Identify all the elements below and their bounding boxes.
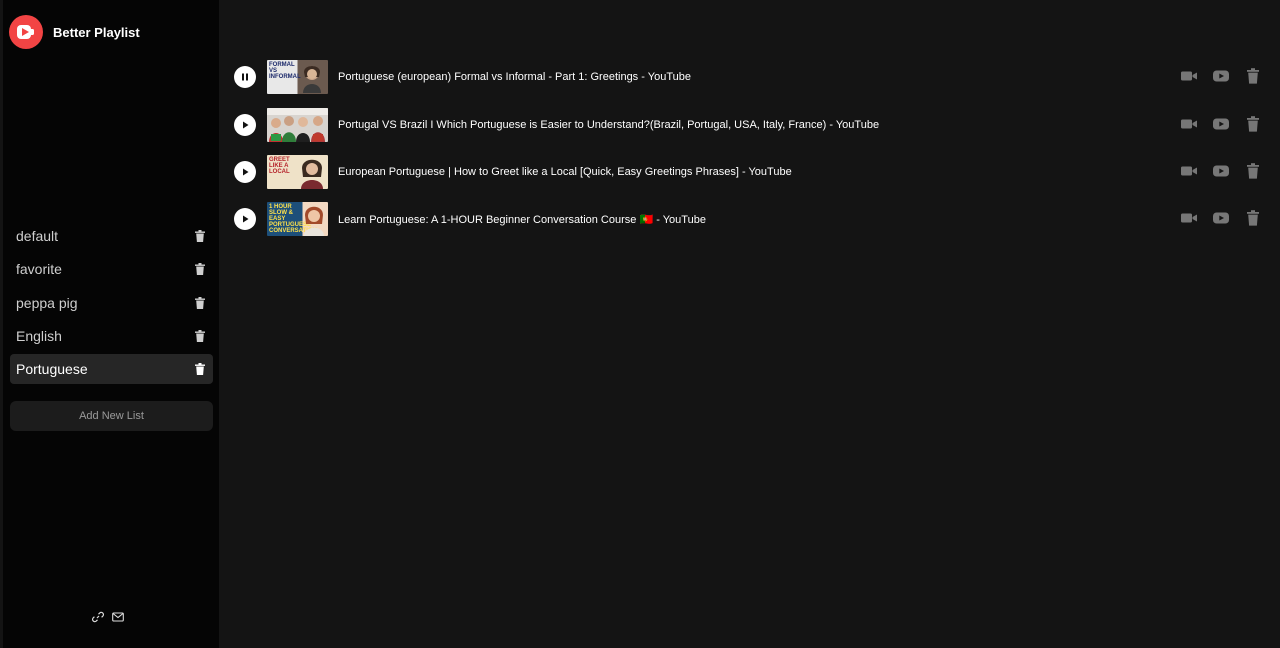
- video-camera-icon[interactable]: [1180, 115, 1198, 133]
- pause-icon: [242, 73, 248, 81]
- playlist-item-label: Portuguese: [16, 361, 88, 378]
- playlist-item-default[interactable]: default: [10, 221, 213, 251]
- playlist-item-label: peppa pig: [16, 294, 78, 311]
- play-icon: [243, 215, 249, 223]
- sidebar-footer: [92, 611, 124, 623]
- mail-icon[interactable]: [112, 611, 124, 623]
- playlist-item-label: favorite: [16, 261, 62, 278]
- thumbnail-person-image: [301, 159, 323, 189]
- play-icon: [243, 168, 249, 176]
- sidebar: Better Playlist default favorite peppa p…: [3, 0, 219, 648]
- youtube-icon[interactable]: [1212, 209, 1230, 227]
- track-title[interactable]: Portugal VS Brazil I Which Portuguese is…: [338, 119, 879, 131]
- track-row[interactable]: GREET LIKE A LOCAL European Portuguese |…: [234, 155, 1262, 189]
- youtube-icon[interactable]: [1212, 115, 1230, 133]
- thumbnail-text: GREET LIKE A LOCAL: [269, 157, 290, 175]
- trash-icon[interactable]: [195, 329, 205, 342]
- play-button[interactable]: [234, 161, 256, 183]
- track-row[interactable]: 1 HOUR SLOW & EASY PORTUGUESE CONVERSATI…: [234, 202, 1262, 236]
- video-camera-icon[interactable]: [1180, 209, 1198, 227]
- app-name: Better Playlist: [53, 24, 140, 40]
- video-camera-icon[interactable]: [1180, 162, 1198, 180]
- link-icon[interactable]: [92, 611, 104, 623]
- track-row[interactable]: FORMAL VS INFORMAL Portuguese (european)…: [234, 60, 1262, 94]
- thumbnail-person-image: [303, 66, 321, 93]
- thumbnail-group-image: [267, 108, 328, 142]
- video-camera-icon[interactable]: [1180, 67, 1198, 85]
- logo-icon: [9, 15, 43, 49]
- youtube-icon[interactable]: [1212, 162, 1230, 180]
- trash-icon[interactable]: [1244, 67, 1262, 85]
- track-row[interactable]: Portugal VS Brazil I Which Portuguese is…: [234, 108, 1262, 142]
- track-actions: [1180, 67, 1262, 85]
- playlist-list: default favorite peppa pig English Portu…: [10, 221, 213, 387]
- pause-button[interactable]: [234, 66, 256, 88]
- track-actions: [1180, 209, 1262, 227]
- trash-icon[interactable]: [195, 296, 205, 309]
- brand[interactable]: Better Playlist: [9, 15, 140, 49]
- track-actions: [1180, 162, 1262, 180]
- playlist-item-favorite[interactable]: favorite: [10, 254, 213, 284]
- playlist-item-peppa-pig[interactable]: peppa pig: [10, 288, 213, 318]
- playlist-item-english[interactable]: English: [10, 321, 213, 351]
- playlist-item-portuguese[interactable]: Portuguese: [10, 354, 213, 385]
- track-thumbnail: GREET LIKE A LOCAL: [267, 155, 328, 189]
- trash-icon[interactable]: [195, 230, 205, 242]
- track-thumbnail: [267, 108, 328, 142]
- playlist-item-label: English: [16, 327, 62, 344]
- trash-icon[interactable]: [1244, 209, 1262, 227]
- play-icon: [243, 121, 249, 129]
- playlist-item-label: default: [16, 228, 59, 244]
- trash-icon[interactable]: [195, 363, 205, 376]
- track-list: FORMAL VS INFORMAL Portuguese (european)…: [219, 0, 1280, 648]
- play-button[interactable]: [234, 114, 256, 136]
- thumbnail-text: 1 HOUR SLOW & EASY PORTUGUESE CONVERSATI…: [269, 204, 317, 234]
- play-button[interactable]: [234, 208, 256, 230]
- youtube-icon[interactable]: [1212, 67, 1230, 85]
- thumbnail-person-image: [304, 206, 324, 236]
- track-title[interactable]: European Portuguese | How to Greet like …: [338, 166, 792, 178]
- track-title[interactable]: Portuguese (european) Formal vs Informal…: [338, 71, 691, 83]
- trash-icon[interactable]: [1244, 115, 1262, 133]
- track-thumbnail: FORMAL VS INFORMAL: [267, 60, 328, 94]
- thumbnail-text: FORMAL VS INFORMAL: [269, 62, 301, 80]
- track-title[interactable]: Learn Portuguese: A 1-HOUR Beginner Conv…: [338, 213, 706, 226]
- add-new-list-button[interactable]: Add New List: [10, 401, 213, 431]
- trash-icon[interactable]: [195, 263, 205, 276]
- track-actions: [1180, 115, 1262, 133]
- track-thumbnail: 1 HOUR SLOW & EASY PORTUGUESE CONVERSATI…: [267, 202, 328, 236]
- trash-icon[interactable]: [1244, 162, 1262, 180]
